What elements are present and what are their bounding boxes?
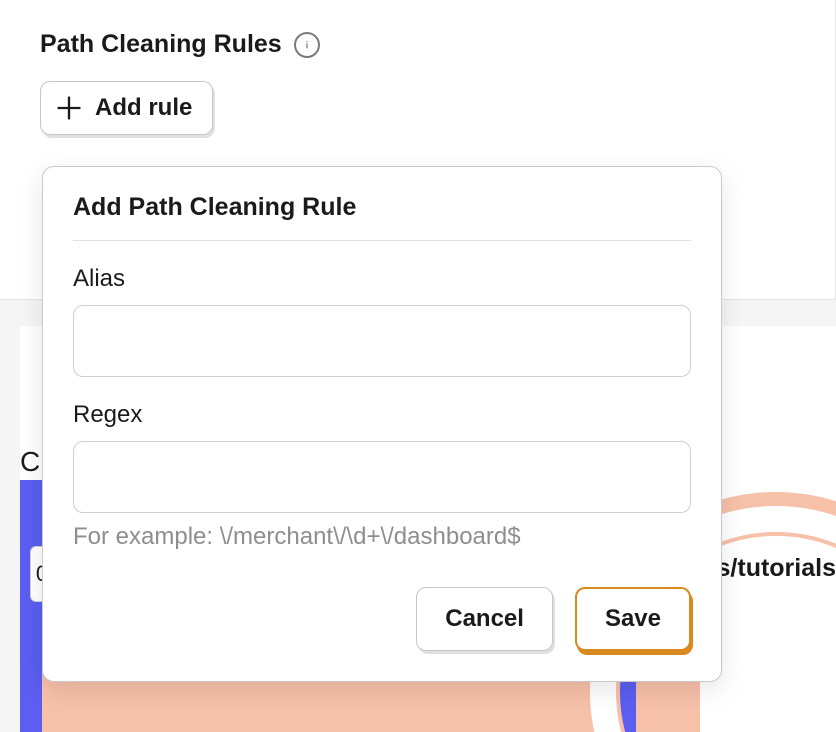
modal-title: Add Path Cleaning Rule <box>73 193 691 241</box>
path-cleaning-section: Path Cleaning Rules Add rule <box>40 30 320 135</box>
modal-button-row: Cancel Save <box>73 587 691 651</box>
alias-label: Alias <box>73 265 691 293</box>
alias-input[interactable] <box>73 305 691 377</box>
bg-blue-bar <box>20 480 42 732</box>
regex-input[interactable] <box>73 441 691 513</box>
save-button[interactable]: Save <box>575 587 691 651</box>
cancel-button[interactable]: Cancel <box>416 587 553 651</box>
regex-hint: For example: \/merchant\/\d+\/dashboard$ <box>73 523 691 551</box>
add-rule-button[interactable]: Add rule <box>40 81 213 135</box>
regex-label: Regex <box>73 401 691 429</box>
plus-icon <box>55 94 83 122</box>
add-rule-label: Add rule <box>95 94 192 122</box>
add-path-cleaning-rule-modal: Add Path Cleaning Rule Alias Regex For e… <box>42 166 722 682</box>
section-title: Path Cleaning Rules <box>40 30 282 59</box>
info-icon[interactable] <box>294 32 320 58</box>
section-title-row: Path Cleaning Rules <box>40 30 320 59</box>
bg-url-fragment: s/tutorials <box>711 552 836 585</box>
bg-truncated-letter: C <box>20 446 40 478</box>
